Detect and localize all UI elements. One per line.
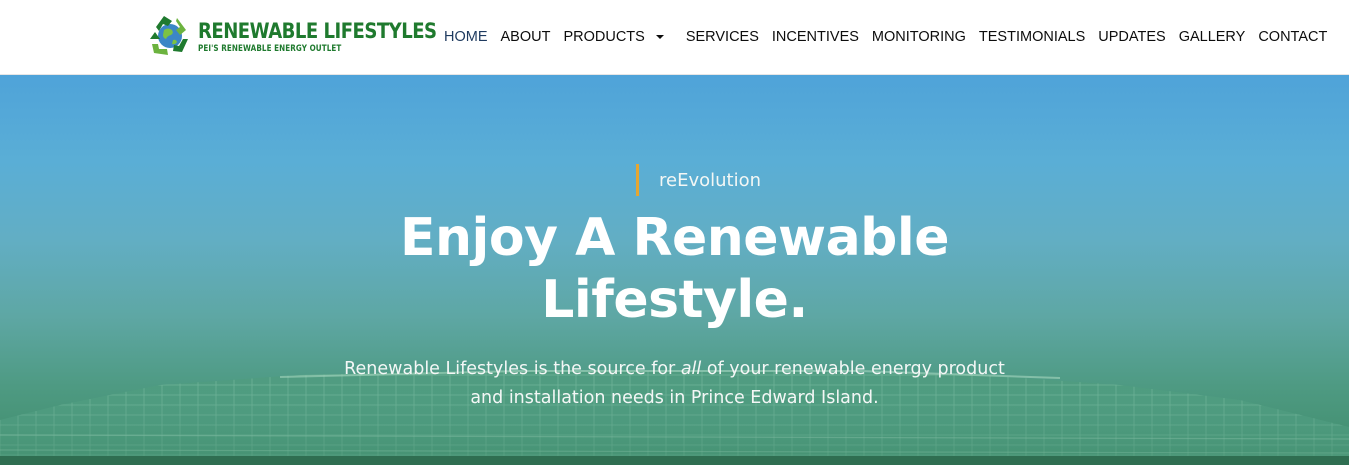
nav-item-label: PRODUCTS — [563, 29, 645, 45]
nav-item-label: MONITORING — [871, 29, 966, 45]
hero-headline-line1: Enjoy A Renewable — [400, 208, 949, 268]
hero-headline: Enjoy A Renewable Lifestyle. — [300, 207, 1049, 331]
recycle-globe-icon — [150, 16, 188, 55]
hero-description-emphasis: all — [680, 359, 702, 379]
hero-section: reEvolution Enjoy A Renewable Lifestyle.… — [0, 75, 1349, 465]
nav-item-gallery[interactable]: GALLERY — [1179, 29, 1246, 45]
nav-item-about[interactable]: ABOUT — [501, 29, 551, 45]
logo-title: RENEWABLE LIFESTYLES — [198, 18, 437, 43]
hero-tagline: reEvolution — [636, 164, 761, 196]
nav-item-products[interactable]: PRODUCTS — [563, 29, 672, 45]
nav-item-label: ABOUT — [500, 29, 551, 45]
site-logo[interactable]: RENEWABLE LIFESTYLES PEI'S RENEWABLE ENE… — [146, 13, 475, 59]
nav-item-home[interactable]: HOME — [444, 29, 488, 45]
hero-headline-line2: Lifestyle. — [541, 270, 808, 330]
nav-item-testimonials[interactable]: TESTIMONIALS — [979, 29, 1085, 45]
nav-item-label: GALLERY — [1178, 29, 1246, 45]
nav-item-label: TESTIMONIALS — [978, 29, 1086, 45]
nav-item-contact[interactable]: CONTACT — [1258, 29, 1327, 45]
nav-item-label: HOME — [444, 29, 488, 45]
nav-item-incentives[interactable]: INCENTIVES — [772, 29, 859, 45]
hero-description: Renewable Lifestyles is the source for a… — [330, 355, 1019, 413]
main-navigation: HOME ABOUT PRODUCTS SERVICES INCENTIVES … — [444, 28, 1327, 46]
site-header: RENEWABLE LIFESTYLES PEI'S RENEWABLE ENE… — [0, 0, 1349, 75]
nav-item-monitoring[interactable]: MONITORING — [872, 29, 966, 45]
logo-subtitle: PEI'S RENEWABLE ENERGY OUTLET — [198, 43, 342, 54]
nav-item-label: SERVICES — [685, 29, 759, 45]
nav-item-label: UPDATES — [1098, 29, 1166, 45]
nav-item-label: INCENTIVES — [771, 29, 859, 45]
nav-item-label: CONTACT — [1258, 29, 1328, 45]
caret-down-icon[interactable] — [655, 32, 665, 42]
hero-description-part1: Renewable Lifestyles is the source for — [344, 359, 681, 379]
hero-bottom-strip — [0, 456, 1349, 465]
nav-item-services[interactable]: SERVICES — [686, 29, 759, 45]
nav-item-updates[interactable]: UPDATES — [1098, 29, 1165, 45]
